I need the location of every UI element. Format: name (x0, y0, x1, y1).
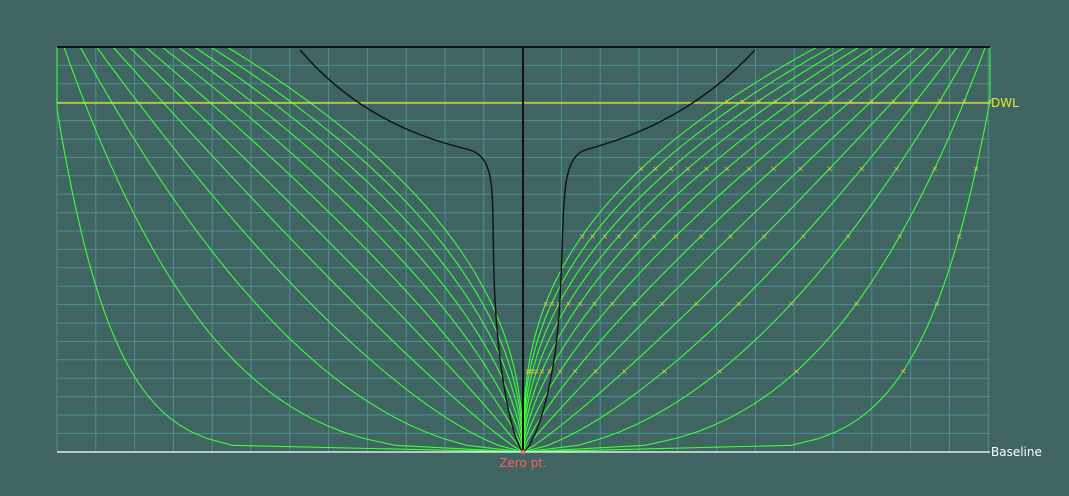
control-point-marker: × (961, 97, 968, 106)
control-point-marker: × (797, 165, 804, 174)
control-point-marker: × (524, 367, 531, 376)
control-point-marker: × (652, 165, 659, 174)
zero-point-label: Zero pt. (499, 456, 547, 470)
control-point-marker: × (934, 300, 941, 309)
control-point-marker: × (724, 165, 731, 174)
control-point-marker: × (956, 232, 963, 241)
control-point-marker: × (890, 97, 897, 106)
control-point-marker: × (931, 165, 938, 174)
control-point-marker: × (827, 97, 834, 106)
control-point-marker: × (592, 367, 599, 376)
control-point-marker: × (638, 165, 645, 174)
control-point-marker: × (735, 300, 742, 309)
control-point-marker: × (761, 232, 768, 241)
control-point-marker: × (724, 97, 731, 106)
control-point-marker: × (565, 300, 572, 309)
control-point-marker: × (868, 97, 875, 106)
control-point-marker: × (579, 232, 586, 241)
control-point-marker: × (858, 165, 865, 174)
control-point-marker: × (727, 232, 734, 241)
control-point-marker: × (739, 97, 746, 106)
control-point-marker: × (893, 165, 900, 174)
control-point-marker: × (808, 97, 815, 106)
zero-point-marker (520, 449, 526, 455)
control-point-marker: × (973, 165, 980, 174)
control-point-marker: × (913, 97, 920, 106)
control-point-marker: × (668, 165, 675, 174)
control-point-marker: × (557, 367, 564, 376)
control-point-marker: × (615, 232, 622, 241)
control-point-marker: × (896, 232, 903, 241)
control-point-marker: × (589, 232, 596, 241)
control-point-marker: × (772, 97, 779, 106)
control-point-marker: × (693, 300, 700, 309)
control-point-marker: × (659, 300, 666, 309)
control-point-marker: × (548, 300, 555, 309)
control-point-marker: × (591, 300, 598, 309)
control-point-marker: × (755, 97, 762, 106)
control-point-marker: × (698, 232, 705, 241)
control-point-marker: × (572, 367, 579, 376)
control-point-marker: × (542, 300, 549, 309)
control-point-marker: × (673, 232, 680, 241)
body-plan-view[interactable]: × × × × × × × × × × × × × × × × × × × × × × × × × × × × × × × × × × × × × × × ×… (0, 0, 1069, 496)
control-point-marker: × (746, 165, 753, 174)
control-point-marker: × (845, 232, 852, 241)
control-point-marker: × (621, 367, 628, 376)
control-point-marker: × (826, 165, 833, 174)
control-point-marker: × (790, 97, 797, 106)
control-point-marker: × (685, 165, 692, 174)
control-point-marker: × (577, 300, 584, 309)
control-point-marker: × (793, 367, 800, 376)
control-point-marker: × (632, 232, 639, 241)
control-point-marker: × (601, 232, 608, 241)
dwl-label: DWL (991, 96, 1019, 110)
control-point-marker: × (661, 367, 668, 376)
control-point-marker: × (936, 97, 943, 106)
control-point-marker: × (770, 165, 777, 174)
control-point-marker: × (703, 165, 710, 174)
control-point-marker: × (631, 300, 638, 309)
control-point-marker: × (853, 300, 860, 309)
control-point-marker: × (900, 367, 907, 376)
control-point-marker: × (847, 97, 854, 106)
control-point-marker: × (716, 367, 723, 376)
control-point-marker: × (651, 232, 658, 241)
control-point-marker: × (788, 300, 795, 309)
control-point-marker: × (800, 232, 807, 241)
baseline-label: Baseline (991, 445, 1042, 459)
control-point-marker: × (609, 300, 616, 309)
